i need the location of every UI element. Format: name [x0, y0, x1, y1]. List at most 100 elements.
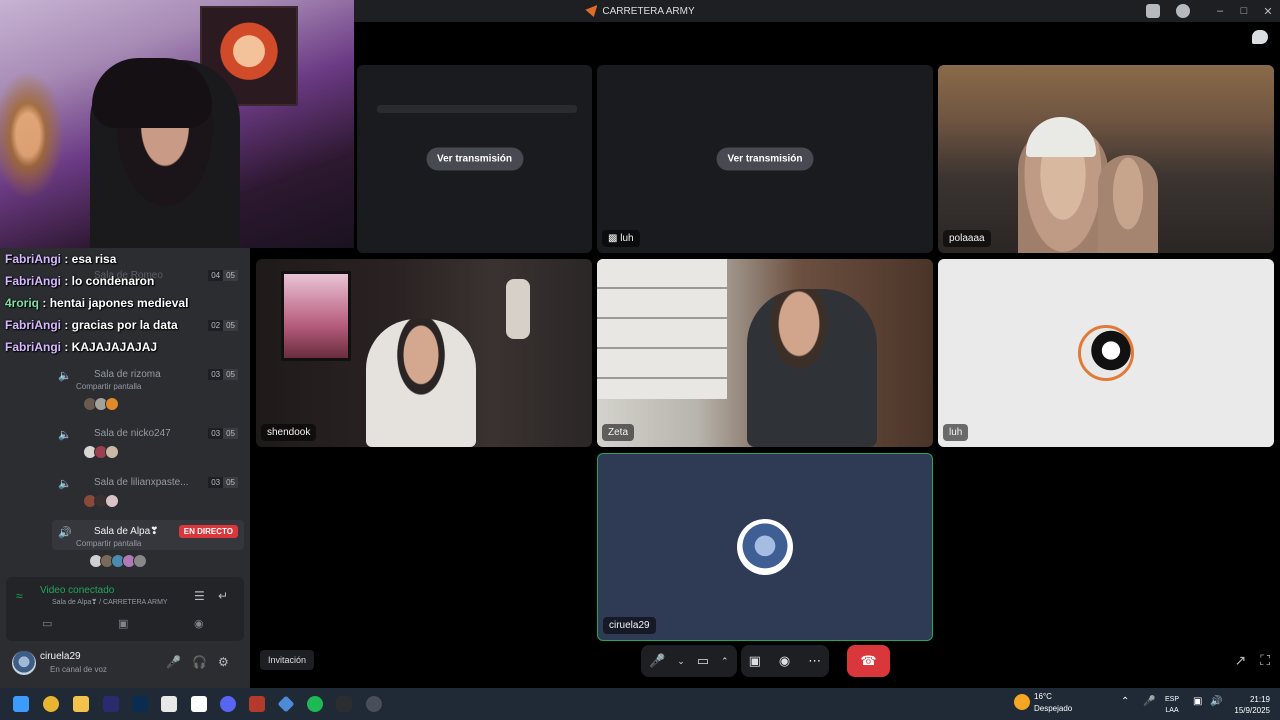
noise-suppression-icon[interactable]: ☰: [194, 589, 205, 603]
temperature: 16°C: [1034, 692, 1052, 701]
chat-message: 4roriq : hentai japones medieval: [5, 296, 189, 310]
video-tile-ciruela29[interactable]: ciruela29: [597, 453, 933, 641]
phone-hangup-icon: ☎: [860, 653, 877, 668]
invite-button[interactable]: Invitación: [260, 650, 315, 670]
file-explorer-icon[interactable]: [73, 696, 89, 712]
system-clock[interactable]: 21:19 15/9/2025: [1226, 694, 1270, 716]
channel-item-nicko247[interactable]: 🔈 Sala de nicko247 03 05: [52, 428, 244, 459]
participant-figure: [747, 289, 877, 447]
participant-label: ciruela29: [603, 617, 656, 634]
channel-name: Sala de rizoma: [94, 369, 161, 380]
participant-figure: [366, 319, 476, 447]
kick-app-icon[interactable]: [249, 696, 265, 712]
more-options-icon[interactable]: ⋯: [808, 653, 821, 669]
participant-label: shendook: [261, 424, 317, 441]
username[interactable]: ciruela29: [40, 651, 81, 662]
window-title-text: CARRETERA ARMY: [602, 5, 695, 17]
video-tile-zeta[interactable]: Zeta: [597, 259, 933, 447]
stream-tile-2[interactable]: Ver transmisión ▩ luh: [597, 65, 933, 253]
watch-stream-button[interactable]: Ver transmisión: [716, 147, 814, 171]
screen-icon: ▩: [608, 233, 618, 244]
stream-tile-1[interactable]: Ver transmisión: [357, 65, 592, 253]
camera-off-icon[interactable]: ▭: [697, 653, 709, 669]
streamer-webcam-overlay: [0, 0, 354, 248]
chat-bubble-icon[interactable]: [1252, 30, 1268, 44]
window-controls: – □ ✕: [1208, 0, 1280, 22]
diamond-app-icon[interactable]: [277, 695, 295, 713]
close-button[interactable]: ✕: [1256, 5, 1280, 18]
premiere-icon[interactable]: [103, 696, 119, 712]
screen-share-icon[interactable]: ▣: [749, 653, 761, 669]
channel-members: [89, 554, 244, 568]
channel-item-alpa[interactable]: 🔊 Sala de Alpa❣ EN DIRECTO Compartir pan…: [52, 525, 244, 568]
popout-icon[interactable]: ↗: [1234, 652, 1246, 669]
participant-label: Zeta: [602, 424, 635, 441]
volume-icon[interactable]: 🔊: [1210, 696, 1222, 707]
voice-channel-path[interactable]: Sala de Alpa❣ / CARRETERA ARMY: [52, 598, 168, 606]
channel-user-count: 03 05: [208, 477, 238, 488]
channel-members: [83, 397, 244, 411]
microphone-icon[interactable]: 🎤: [166, 655, 181, 669]
tray-chevron-icon[interactable]: ⌃: [1121, 696, 1129, 707]
wall-light: [506, 279, 530, 339]
activity-icon[interactable]: ◉: [194, 617, 204, 630]
video-tile-shendook[interactable]: shendook: [256, 259, 592, 447]
app-root: CARRETERA ARMY – □ ✕ Sala de Romeo 04 05 …: [0, 0, 1280, 720]
minimize-button[interactable]: –: [1208, 5, 1232, 17]
participant-label: ▩ luh: [602, 230, 640, 247]
help-icon[interactable]: [1176, 4, 1190, 18]
channel-user-count: 02 05: [208, 320, 238, 331]
capcut-icon[interactable]: [161, 696, 177, 712]
discord-icon[interactable]: [220, 696, 236, 712]
spotify-icon[interactable]: [307, 696, 323, 712]
view-controls: ↗ ⛶: [1234, 652, 1270, 669]
headphones-icon[interactable]: 🎧: [192, 655, 207, 669]
channel-item-rizoma[interactable]: 🔈 Sala de rizoma 03 05 Compartir pantalla: [52, 369, 244, 411]
signal-icon[interactable]: ≈: [16, 589, 23, 603]
participant-figure: [1098, 155, 1158, 253]
camera-off-icon[interactable]: ▭: [42, 617, 52, 630]
channel-user-count: 03 05: [208, 369, 238, 380]
windows-start-icon[interactable]: [13, 696, 29, 712]
live-badge: EN DIRECTO: [178, 525, 238, 538]
call-controls: 🎤 ⌄ ▭ ⌃ ▣ ◉ ⋯: [641, 645, 830, 677]
network-icon[interactable]: ▣: [1193, 696, 1202, 707]
chrome-icon[interactable]: [43, 696, 59, 712]
disconnect-icon[interactable]: ↵: [218, 589, 228, 603]
channel-name: Sala de nicko247: [94, 428, 171, 439]
chevron-down-icon[interactable]: ⌄: [677, 656, 685, 667]
photoshop-icon[interactable]: [132, 696, 148, 712]
participant-label: polaaaa: [943, 230, 991, 247]
screen-share-icon[interactable]: ▣: [118, 617, 128, 630]
activity-icon[interactable]: ◉: [779, 653, 790, 669]
video-tile-polaaaa[interactable]: polaaaa: [938, 65, 1274, 253]
weather-desc: Despejado: [1034, 704, 1073, 713]
fullscreen-icon[interactable]: ⛶: [1260, 652, 1270, 669]
channel-name: Sala de Alpa❣: [94, 526, 159, 537]
obs-icon[interactable]: [366, 696, 382, 712]
capcut-editor-icon[interactable]: [336, 696, 352, 712]
notion-icon[interactable]: [191, 696, 207, 712]
language-indicator[interactable]: ESP LAA: [1165, 694, 1179, 716]
microphone-icon[interactable]: 🎤: [649, 653, 665, 669]
maximize-button[interactable]: □: [1232, 5, 1256, 17]
avatar[interactable]: [12, 651, 36, 675]
inbox-icon[interactable]: [1146, 4, 1160, 18]
settings-gear-icon[interactable]: ⚙: [218, 655, 229, 669]
streamer-hair: [92, 58, 212, 128]
weather-sun-icon: [1014, 694, 1030, 710]
server-logo-icon: [585, 5, 598, 17]
avatar: [737, 519, 793, 575]
chevron-up-icon[interactable]: ⌃: [721, 656, 729, 667]
channel-item-lilianxpaste[interactable]: 🔈 Sala de lilianxpaste... 03 05: [52, 477, 244, 508]
voice-connection-panel: ≈ Video conectado Sala de Alpa❣ / CARRET…: [6, 577, 244, 641]
hang-up-button[interactable]: ☎: [847, 645, 890, 677]
stream-preview: [377, 105, 577, 113]
tray-mic-icon[interactable]: 🎤: [1143, 696, 1155, 707]
channel-user-count: 04 05: [208, 270, 238, 281]
voice-status: Video conectado: [40, 585, 115, 596]
video-tile-luh[interactable]: luh: [938, 259, 1274, 447]
channel-members: [83, 494, 244, 508]
chat-message: FabriAngi : lo condenaron: [5, 274, 155, 288]
watch-stream-button[interactable]: Ver transmisión: [425, 147, 524, 171]
